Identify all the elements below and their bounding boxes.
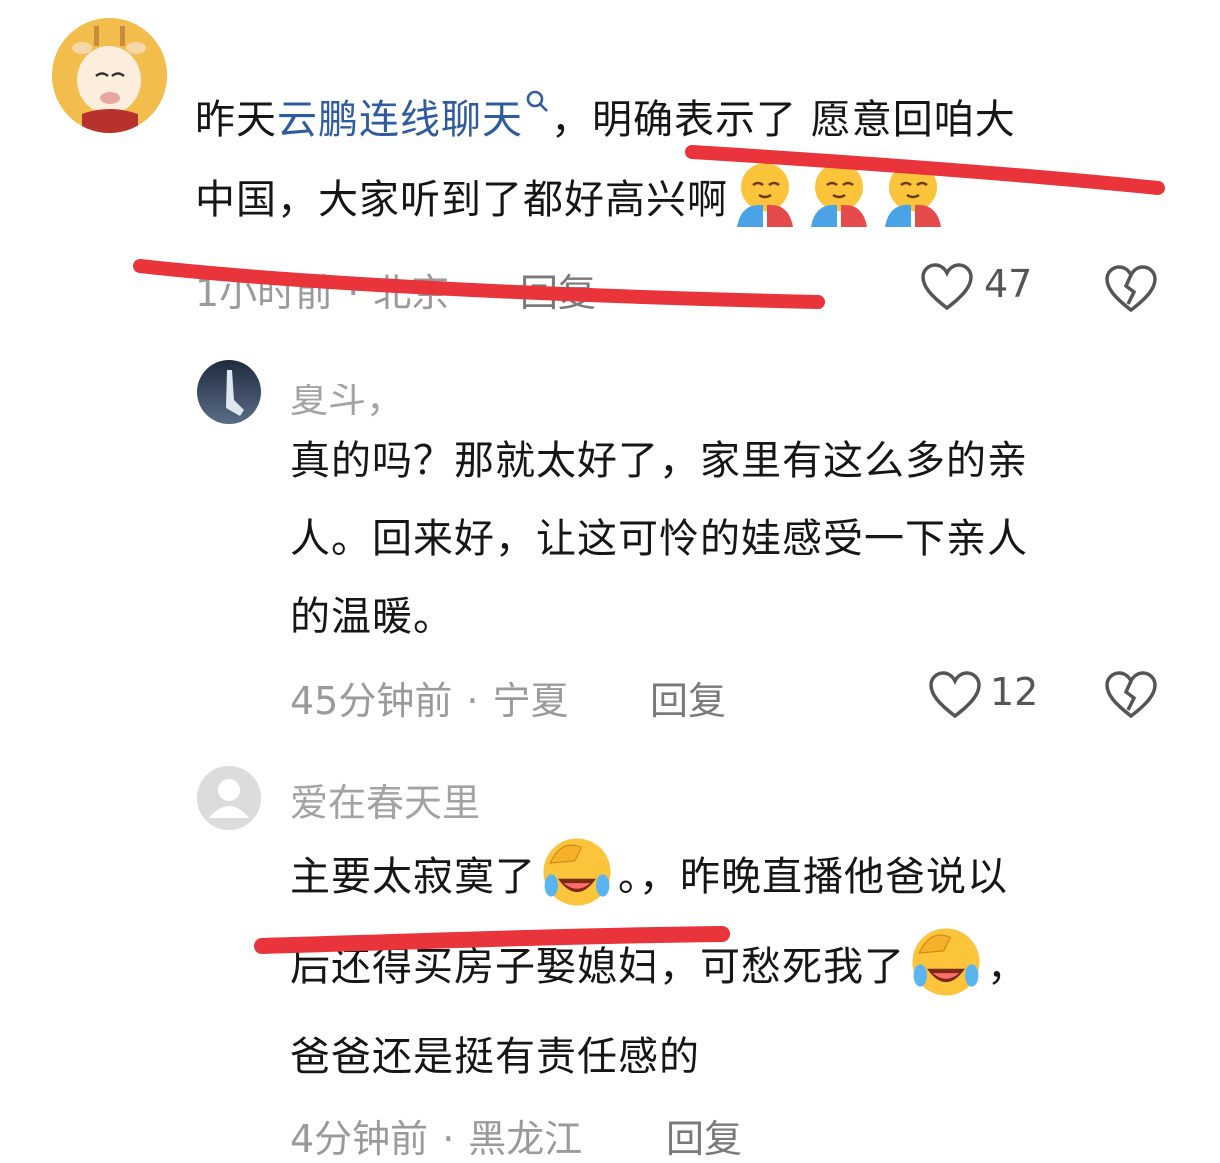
like-count: 47 <box>984 262 1033 306</box>
meta-separator: · <box>442 1117 455 1161</box>
laughing-crying-emoji <box>905 928 987 996</box>
comment-text-segment: 主要太寂寞了 <box>290 854 536 900</box>
like-button[interactable]: 12 <box>928 670 1038 722</box>
comment-text-segment: 昨天 <box>195 97 277 143</box>
heart-outline-icon <box>929 671 981 719</box>
comment-time: 1小时前 <box>195 271 334 315</box>
comment-text-segment: ，明确表示了 愿意回咱大 <box>551 97 1016 143</box>
blush-hug-emoji <box>876 163 950 227</box>
comment-meta: 45分钟前 · 宁夏 <box>290 670 568 725</box>
comment-meta: 1小时前 · 北京 <box>195 262 449 317</box>
comment-text: 主要太寂寞了 。，昨晚直播他爸说以 后还得买房子娶媳妇，可愁死我了 ， 爸爸还是挺有… <box>290 832 1190 1102</box>
comment-text-segment: 。，昨晚直播他爸说以 <box>618 854 1008 900</box>
comment-text: 真的吗？那就太好了，家里有这么多的亲 人。回来好，让这可怜的娃感受一下亲人 的温… <box>290 422 1190 656</box>
heart-outline-icon <box>921 263 973 311</box>
comment-meta: 4分钟前 · 黑龙江 <box>290 1108 582 1163</box>
reply-button[interactable]: 回复 <box>666 1108 742 1163</box>
username[interactable]: 爱在春天里 <box>290 772 480 827</box>
avatar[interactable] <box>52 18 167 133</box>
comment-location: 黑龙江 <box>468 1117 583 1161</box>
comment-time: 45分钟前 <box>290 679 453 723</box>
comment-location: 北京 <box>373 271 450 315</box>
comment-text-segment: 人。回来好，让这可怜的娃感受一下亲人 <box>290 516 1028 562</box>
like-button[interactable]: 47 <box>920 262 1040 314</box>
comment-text: 昨天云鹏连线聊天 ，明确表示了 愿意回咱大 中国，大家听到了都好高兴啊 <box>195 80 1185 240</box>
search-icon <box>526 90 548 112</box>
blush-hug-emoji <box>802 163 876 227</box>
avatar[interactable] <box>197 360 261 424</box>
default-user-icon <box>197 766 261 830</box>
meta-separator: · <box>347 271 360 315</box>
blush-hug-emoji <box>728 163 802 227</box>
avatar[interactable] <box>197 766 261 830</box>
giraffe-avatar-icon <box>52 18 167 133</box>
like-count: 12 <box>990 670 1039 714</box>
username[interactable]: 夏斗， <box>290 384 404 423</box>
hand-avatar-icon <box>197 360 261 424</box>
dislike-button[interactable] <box>1104 264 1158 314</box>
comment-time: 4分钟前 <box>290 1117 429 1161</box>
comment-text-segment: 后还得买房子娶媳妇，可愁死我了 <box>290 944 905 990</box>
reply-button[interactable]: 回复 <box>650 670 726 725</box>
broken-heart-icon <box>1105 671 1157 719</box>
meta-separator: · <box>466 679 479 723</box>
broken-heart-icon <box>1105 265 1157 313</box>
comment-text-segment: 的温暖。 <box>290 594 454 640</box>
reply-button[interactable]: 回复 <box>520 262 596 317</box>
comment-text-segment: 真的吗？那就太好了，家里有这么多的亲 <box>290 438 1028 484</box>
comment-text-segment: ， <box>987 944 1028 990</box>
laughing-crying-emoji <box>536 838 618 906</box>
comment-text-segment: 中国，大家听到了都好高兴啊 <box>195 177 728 223</box>
dislike-button[interactable] <box>1104 670 1158 720</box>
search-link-label: 云鹏连线聊天 <box>277 97 523 143</box>
search-link[interactable]: 云鹏连线聊天 <box>277 90 551 143</box>
comment-location: 宁夏 <box>492 679 569 723</box>
comment-text-segment: 爸爸还是挺有责任感的 <box>290 1034 700 1080</box>
